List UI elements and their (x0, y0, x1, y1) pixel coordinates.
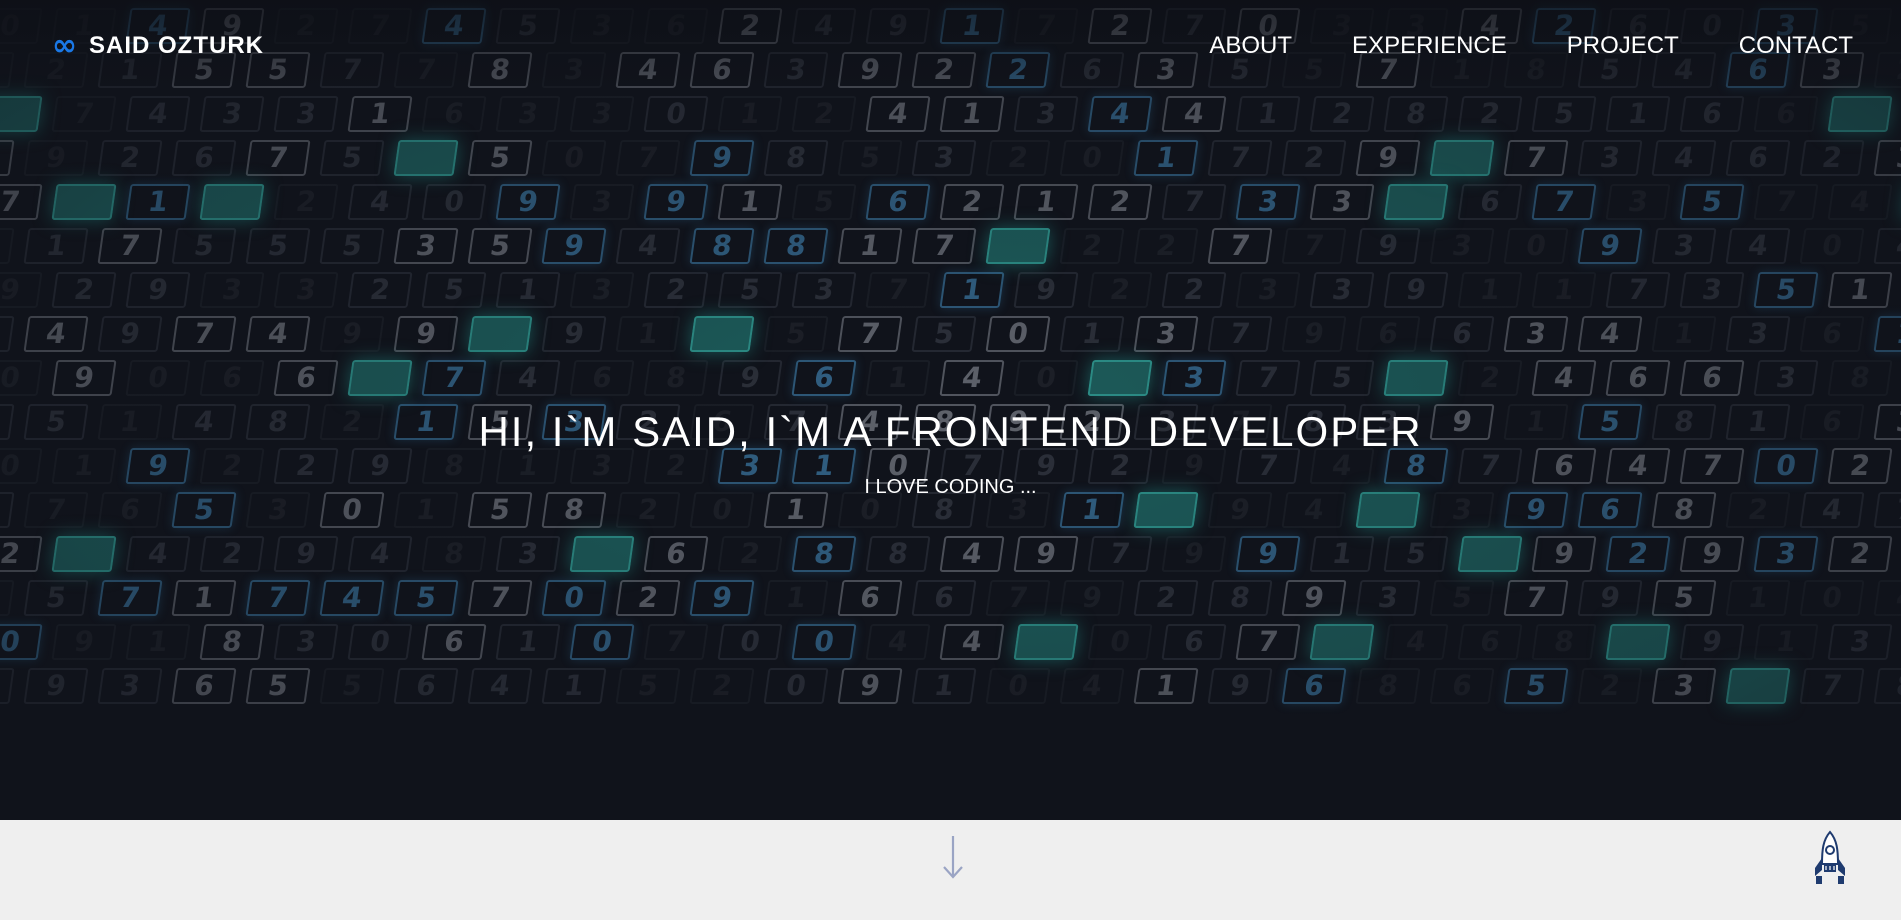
brand-logo-link[interactable]: ∞ SAID OZTURK (52, 31, 264, 61)
nav-link-contact[interactable]: CONTACT (1739, 32, 1853, 60)
navbar: ∞ SAID OZTURK ABOUT EXPERIENCE PROJECT C… (0, 0, 1901, 92)
nav-links: ABOUT EXPERIENCE PROJECT CONTACT (1149, 32, 1853, 60)
nav-link-experience[interactable]: EXPERIENCE (1352, 32, 1507, 60)
hero-text: HI, I`M SAID, I`M A FRONTEND DEVELOPER I… (0, 408, 1901, 499)
hero-section: 0149274536249172703342603571921557783463… (0, 0, 1901, 820)
hero-subtitle: I LOVE CODING ... (864, 476, 1037, 498)
nav-link-project[interactable]: PROJECT (1567, 32, 1679, 60)
infinity-icon: ∞ (52, 28, 77, 63)
brand-name: SAID OZTURK (89, 32, 264, 59)
nav-link-about[interactable]: ABOUT (1209, 32, 1292, 60)
arrow-down-icon[interactable] (938, 834, 968, 880)
hero-title: HI, I`M SAID, I`M A FRONTEND DEVELOPER (478, 408, 1423, 455)
rocket-icon[interactable] (1812, 830, 1848, 888)
